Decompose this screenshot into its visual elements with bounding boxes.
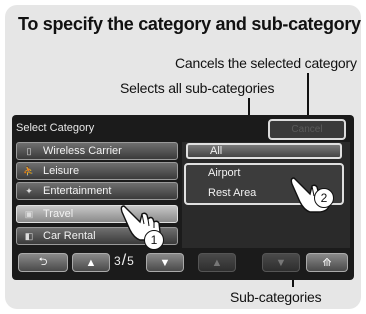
- car-icon: ◧: [24, 231, 34, 241]
- sub-page-down-button[interactable]: ▼: [262, 253, 300, 272]
- page-slash: /: [121, 252, 127, 269]
- back-arrow-icon: ⮌: [38, 256, 48, 268]
- category-label: Travel: [43, 208, 74, 220]
- select-all-callout: Selects all sub-categories: [120, 80, 275, 96]
- page-up-button[interactable]: ▲: [72, 253, 110, 272]
- film-icon: ✦: [25, 186, 33, 196]
- current-page: 3: [114, 254, 121, 268]
- category-label: Entertainment: [43, 185, 112, 197]
- step-1-badge: 1: [144, 230, 164, 250]
- down-arrow-icon: ▼: [275, 256, 287, 269]
- category-label: Wireless Carrier: [43, 145, 122, 157]
- category-label: Leisure: [43, 165, 80, 177]
- category-entertainment[interactable]: ✦ Entertainment: [16, 182, 178, 200]
- total-pages: 5: [127, 254, 134, 268]
- page-down-button[interactable]: ▼: [146, 253, 184, 272]
- page-indicator: 3/5: [114, 252, 134, 270]
- category-leisure[interactable]: ⛹ Leisure: [16, 162, 178, 180]
- sub-categories-callout: Sub-categories: [230, 289, 322, 305]
- map-button[interactable]: ⟰: [306, 253, 348, 272]
- person-icon: ⛹: [23, 166, 35, 176]
- all-button[interactable]: All: [186, 143, 342, 159]
- cancel-button[interactable]: Cancel: [268, 119, 346, 140]
- navigation-bar: ⮌ ▲ 3/5 ▼ ▲ ▼ ⟰: [16, 249, 350, 275]
- navigation-arrow-icon: ⟰: [322, 257, 332, 269]
- category-wireless-carrier[interactable]: ▯ Wireless Carrier: [16, 142, 178, 160]
- category-label: Car Rental: [43, 230, 96, 242]
- up-arrow-icon: ▲: [211, 256, 223, 269]
- page-title: To specify the category and sub-category: [18, 14, 361, 34]
- screen-title: Select Category: [16, 122, 95, 134]
- up-arrow-icon: ▲: [85, 256, 97, 269]
- sub-page-up-button[interactable]: ▲: [198, 253, 236, 272]
- step-2-badge: 2: [314, 188, 334, 208]
- suitcase-icon: ▣: [24, 209, 34, 219]
- back-button[interactable]: ⮌: [18, 253, 68, 272]
- down-arrow-icon: ▼: [159, 256, 171, 269]
- phone-icon: ▯: [26, 146, 32, 156]
- cancel-callout: Cancels the selected category: [175, 55, 357, 71]
- cancel-leader-line: [307, 73, 309, 118]
